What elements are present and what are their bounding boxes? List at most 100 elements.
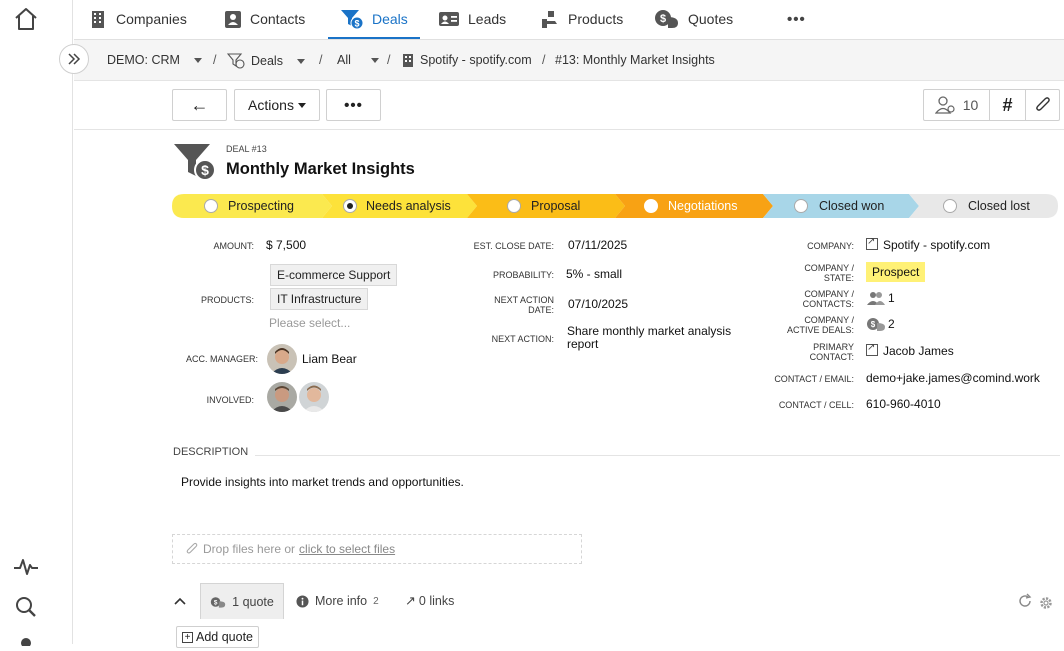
breadcrumb-filter-label: All <box>337 53 351 67</box>
users-icon <box>867 292 885 305</box>
refresh-icon[interactable] <box>1017 593 1033 614</box>
tab-more-info[interactable]: More info 2 <box>296 583 379 619</box>
more-actions-button[interactable]: ••• <box>326 89 381 121</box>
breadcrumb-module[interactable]: Deals <box>227 53 305 69</box>
tab-label: 1 quote <box>232 594 274 609</box>
gear-icon[interactable] <box>15 632 37 651</box>
tab-label: Leads <box>468 11 507 27</box>
funnel-dollar-icon <box>227 53 245 69</box>
breadcrumb-workspace[interactable]: DEMO: CRM <box>107 53 202 67</box>
divider <box>255 455 1060 456</box>
stage-label: Closed lost <box>968 199 1030 213</box>
tab-label: More info <box>315 594 368 608</box>
followers-button[interactable]: 10 <box>924 90 990 120</box>
quotes-icon: $ <box>655 10 678 28</box>
left-rail <box>0 0 73 648</box>
products-label: PRODUCTS: <box>200 295 254 305</box>
stage-closed-lost[interactable]: Closed lost <box>909 194 1058 218</box>
amount-label: AMOUNT: <box>213 241 255 251</box>
tab-companies[interactable]: Companies <box>90 0 187 38</box>
amount-value[interactable]: $ 7,500 <box>266 238 306 252</box>
add-quote-label: Add quote <box>196 630 253 644</box>
avatar[interactable] <box>267 344 297 374</box>
page-title: Monthly Market Insights <box>226 160 415 178</box>
more-tabs-button[interactable]: ••• <box>787 0 806 38</box>
tab-deals[interactable]: $ Deals <box>328 0 420 39</box>
top-nav: Companies Contacts $ Deals Leads Product… <box>74 0 1064 40</box>
next-action-value[interactable]: Share monthly market analysis report <box>567 325 747 351</box>
home-icon[interactable] <box>13 7 39 36</box>
product-chip[interactable]: IT Infrastructure <box>270 288 369 310</box>
add-quote-button[interactable]: + Add quote <box>176 626 259 648</box>
avatar[interactable] <box>299 382 329 412</box>
company-contacts-count: 1 <box>888 291 895 305</box>
contact-email-value[interactable]: demo+jake.james@comind.work <box>866 371 1040 385</box>
chevron-up-icon <box>174 597 186 605</box>
avatar[interactable] <box>267 382 297 412</box>
breadcrumb-separator: / <box>213 53 217 67</box>
building-icon <box>92 11 104 28</box>
primary-contact-value[interactable]: Jacob James <box>866 342 954 358</box>
attach-button[interactable] <box>1026 90 1060 120</box>
company-state-label: COMPANY / STATE: <box>744 263 854 283</box>
acc-manager-label: ACC. MANAGER: <box>185 354 258 364</box>
select-files-link[interactable]: click to select files <box>299 542 395 556</box>
stage-label: Negotiations <box>668 199 738 213</box>
description-text[interactable]: Provide insights into market trends and … <box>181 475 464 489</box>
actions-button[interactable]: Actions <box>234 89 320 121</box>
next-action-date-value[interactable]: 07/10/2025 <box>568 297 628 311</box>
divider <box>74 129 1064 130</box>
tab-label: Deals <box>372 10 408 27</box>
paperclip-icon <box>186 542 198 554</box>
stage-radio <box>644 199 658 213</box>
contact-cell-value[interactable]: 610-960-4010 <box>866 397 941 411</box>
product-chip[interactable]: E-commerce Support <box>270 264 398 286</box>
breadcrumb-company[interactable]: Spotify - spotify.com <box>402 53 532 67</box>
company-value[interactable]: Spotify - spotify.com <box>866 236 990 252</box>
tab-leads[interactable]: Leads <box>438 0 506 38</box>
deal-funnel-icon: $ <box>174 142 218 187</box>
company-state-label-line: STATE: <box>823 273 854 283</box>
primary-contact-label: PRIMARY CONTACT: <box>744 342 854 362</box>
expand-sidebar-button[interactable] <box>59 44 89 74</box>
close-date-label: EST. CLOSE DATE: <box>473 241 554 251</box>
activity-icon[interactable] <box>13 556 39 583</box>
company-contacts-value[interactable]: 1 <box>866 291 895 305</box>
tab-links[interactable]: ↗ 0 links <box>405 583 454 619</box>
close-date-value[interactable]: 07/11/2025 <box>568 238 627 252</box>
primary-contact-label-line: CONTACT: <box>809 352 854 362</box>
back-button[interactable]: ← <box>172 89 227 121</box>
breadcrumb-company-label: Spotify - spotify.com <box>420 53 532 67</box>
chevron-down-icon <box>193 57 202 63</box>
description-heading: DESCRIPTION <box>173 446 249 458</box>
company-contacts-label: COMPANY / CONTACTS: <box>744 289 854 309</box>
hash-button[interactable]: # <box>990 90 1026 120</box>
actions-label: Actions <box>248 97 294 113</box>
gear-icon[interactable] <box>1038 595 1054 616</box>
stage-closed-won[interactable]: Closed won <box>763 194 909 218</box>
tab-contacts[interactable]: Contacts <box>224 0 305 38</box>
acc-manager-value[interactable]: Liam Bear <box>302 352 357 366</box>
company-deals-value[interactable]: $ 2 <box>866 317 895 331</box>
dropzone-text: Drop files here or <box>203 542 296 556</box>
products-select[interactable]: Please select... <box>269 316 350 330</box>
breadcrumb-separator: / <box>387 53 391 67</box>
breadcrumb-filter[interactable]: All <box>337 53 379 67</box>
collapse-button[interactable] <box>174 583 194 619</box>
next-action-date-label-line: NEXT ACTION <box>494 295 554 305</box>
file-dropzone[interactable]: Drop files here or click to select files <box>172 534 582 564</box>
stage-needs-analysis[interactable]: Needs analysis <box>322 194 467 218</box>
stage-prospecting[interactable]: Prospecting <box>172 194 322 218</box>
quotes-icon: $ <box>210 596 226 608</box>
stage-label: Closed won <box>819 199 885 213</box>
svg-text:$: $ <box>201 162 209 178</box>
probability-value[interactable]: 5% - small <box>566 267 622 281</box>
tab-quotes[interactable]: $ Quotes <box>654 0 733 38</box>
company-deals-count: 2 <box>888 317 895 331</box>
tab-quotes-panel[interactable]: $ 1 quote <box>200 583 284 619</box>
stage-proposal[interactable]: Proposal <box>467 194 615 218</box>
tab-products[interactable]: Products <box>540 0 623 38</box>
search-icon[interactable] <box>15 596 37 623</box>
stage-negotiations[interactable]: Negotiations <box>615 194 763 218</box>
followers-icon <box>934 96 955 114</box>
